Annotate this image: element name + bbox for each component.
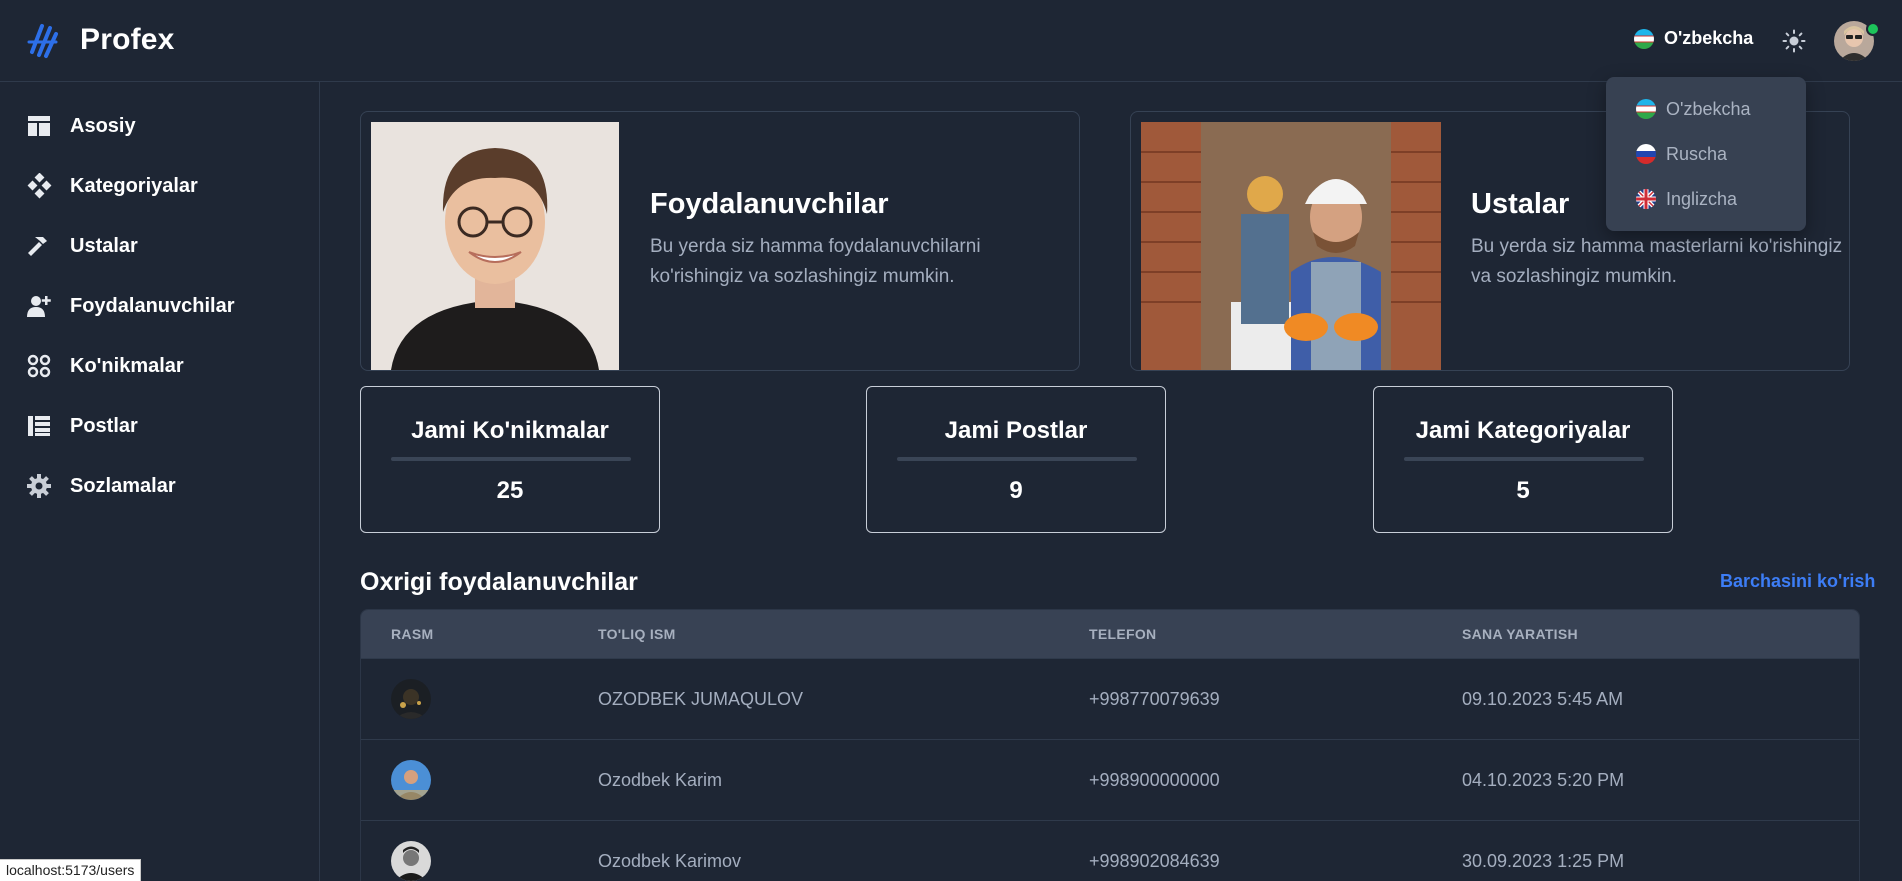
dashboard-icon [24,111,54,141]
column-header-full-name: TO'LIQ ISM [598,626,676,642]
user-full-name: Ozodbek Karim [598,770,723,790]
language-option-uzbek[interactable]: O'zbekcha [1636,94,1750,124]
hero-card-users[interactable]: Foydalanuvchilar Bu yerda siz hamma foyd… [360,111,1080,371]
profex-logo-icon [27,24,58,58]
table-row[interactable]: Ozodbek Karim +998900000000 04.10.2023 5… [361,739,1859,820]
categories-icon [24,171,54,201]
sidebar-item-foydalanuvchilar[interactable]: Foydalanuvchilar [24,286,304,326]
russia-flag-icon [1636,144,1656,164]
stat-card-posts: Jami Postlar 9 [866,386,1166,533]
uzbekistan-flag-icon [1634,28,1654,49]
list-icon [24,411,54,441]
gear-icon [24,471,54,501]
user-created-date: 30.09.2023 1:25 PM [1462,851,1625,871]
sidebar-item-asosiy[interactable]: Asosiy [24,106,304,146]
hero-description: Bu yerda siz hamma masterlarni ko'rishin… [1471,236,1843,287]
sidebar-item-label: Postlar [70,414,138,437]
table-row[interactable]: OZODBEK JUMAQULOV +998770079639 09.10.20… [361,658,1859,739]
uk-flag-icon [1636,189,1656,209]
stat-card-categories: Jami Kategoriyalar 5 [1373,386,1673,533]
online-status-indicator [1866,22,1880,36]
status-bar-url: localhost:5173/users [0,859,142,881]
user-avatar [391,679,431,719]
hammer-icon [24,231,54,261]
sidebar-item-label: Foydalanuvchilar [70,294,235,317]
sidebar-item-konikmalar[interactable]: Ko'nikmalar [24,346,304,386]
users-hero-image [371,122,619,370]
hero-title: Foydalanuvchilar [650,188,889,220]
skills-icon [24,351,54,381]
stat-divider [1404,457,1644,461]
masters-hero-image [1141,122,1441,370]
user-full-name: Ozodbek Karimov [598,851,742,871]
brand-name: Profex [80,23,175,56]
language-option-label: O'zbekcha [1666,98,1751,119]
stat-card-skills: Jami Ko'nikmalar 25 [360,386,660,533]
see-all-link[interactable]: Barchasini ko'rish [1720,571,1875,592]
uzbekistan-flag-icon [1636,99,1656,119]
top-header: Profex O'zbekcha [0,0,1902,82]
user-phone: +998900000000 [1089,770,1220,790]
language-option-english[interactable]: Inglizcha [1636,184,1737,214]
recent-users-title: Oxrigi foydalanuvchilar [360,568,638,596]
recent-users-table: RASM TO'LIQ ISM TELEFON SANA YARATISH OZ… [360,609,1860,881]
stat-title: Jami Kategoriyalar [1415,417,1631,444]
stat-divider [897,457,1137,461]
user-avatar [391,841,431,881]
user-phone: +998902084639 [1089,851,1220,871]
user-created-date: 04.10.2023 5:20 PM [1462,770,1625,790]
user-created-date: 09.10.2023 5:45 AM [1462,689,1624,709]
sidebar-item-label: Sozlamalar [70,474,176,497]
sidebar-item-label: Ko'nikmalar [70,354,184,377]
table-header: RASM TO'LIQ ISM TELEFON SANA YARATISH [361,610,1859,658]
column-header-phone: TELEFON [1089,626,1157,642]
language-option-label: Ruscha [1666,143,1728,164]
column-header-photo: RASM [391,626,434,642]
language-current-label: O'zbekcha [1664,28,1754,48]
column-header-created: SANA YARATISH [1462,626,1578,642]
sidebar: Asosiy Kategoriyalar Ustalar Foydalanuvc… [0,82,320,881]
user-phone: +998770079639 [1089,689,1220,709]
stat-divider [391,457,631,461]
stat-value: 9 [1009,477,1023,504]
sidebar-item-ustalar[interactable]: Ustalar [24,226,304,266]
language-selector[interactable]: O'zbekcha [1634,28,1753,49]
language-option-russian[interactable]: Ruscha [1636,139,1727,169]
user-full-name: OZODBEK JUMAQULOV [598,689,804,709]
user-add-icon [24,291,54,321]
sidebar-item-sozlamalar[interactable]: Sozlamalar [24,466,304,506]
language-dropdown-menu: O'zbekcha Ruscha Inglizcha [1606,77,1806,231]
sidebar-item-label: Kategoriyalar [70,174,198,197]
user-avatar [391,760,431,800]
stat-value: 5 [1516,477,1530,504]
brand[interactable]: Profex [26,20,175,60]
stat-value: 25 [496,477,524,504]
sidebar-item-postlar[interactable]: Postlar [24,406,304,446]
sidebar-item-kategoriyalar[interactable]: Kategoriyalar [24,166,304,206]
hero-description: Bu yerda siz hamma foydalanuvchilarni ko… [650,236,981,287]
language-option-label: Inglizcha [1666,188,1738,209]
table-row[interactable]: Ozodbek Karimov +998902084639 30.09.2023… [361,820,1859,881]
hero-title: Ustalar [1471,188,1570,220]
sidebar-item-label: Ustalar [70,234,138,257]
stat-title: Jami Postlar [944,417,1088,444]
stat-title: Jami Ko'nikmalar [411,417,609,444]
sun-icon[interactable] [1782,29,1806,53]
sidebar-item-label: Asosiy [70,114,136,137]
